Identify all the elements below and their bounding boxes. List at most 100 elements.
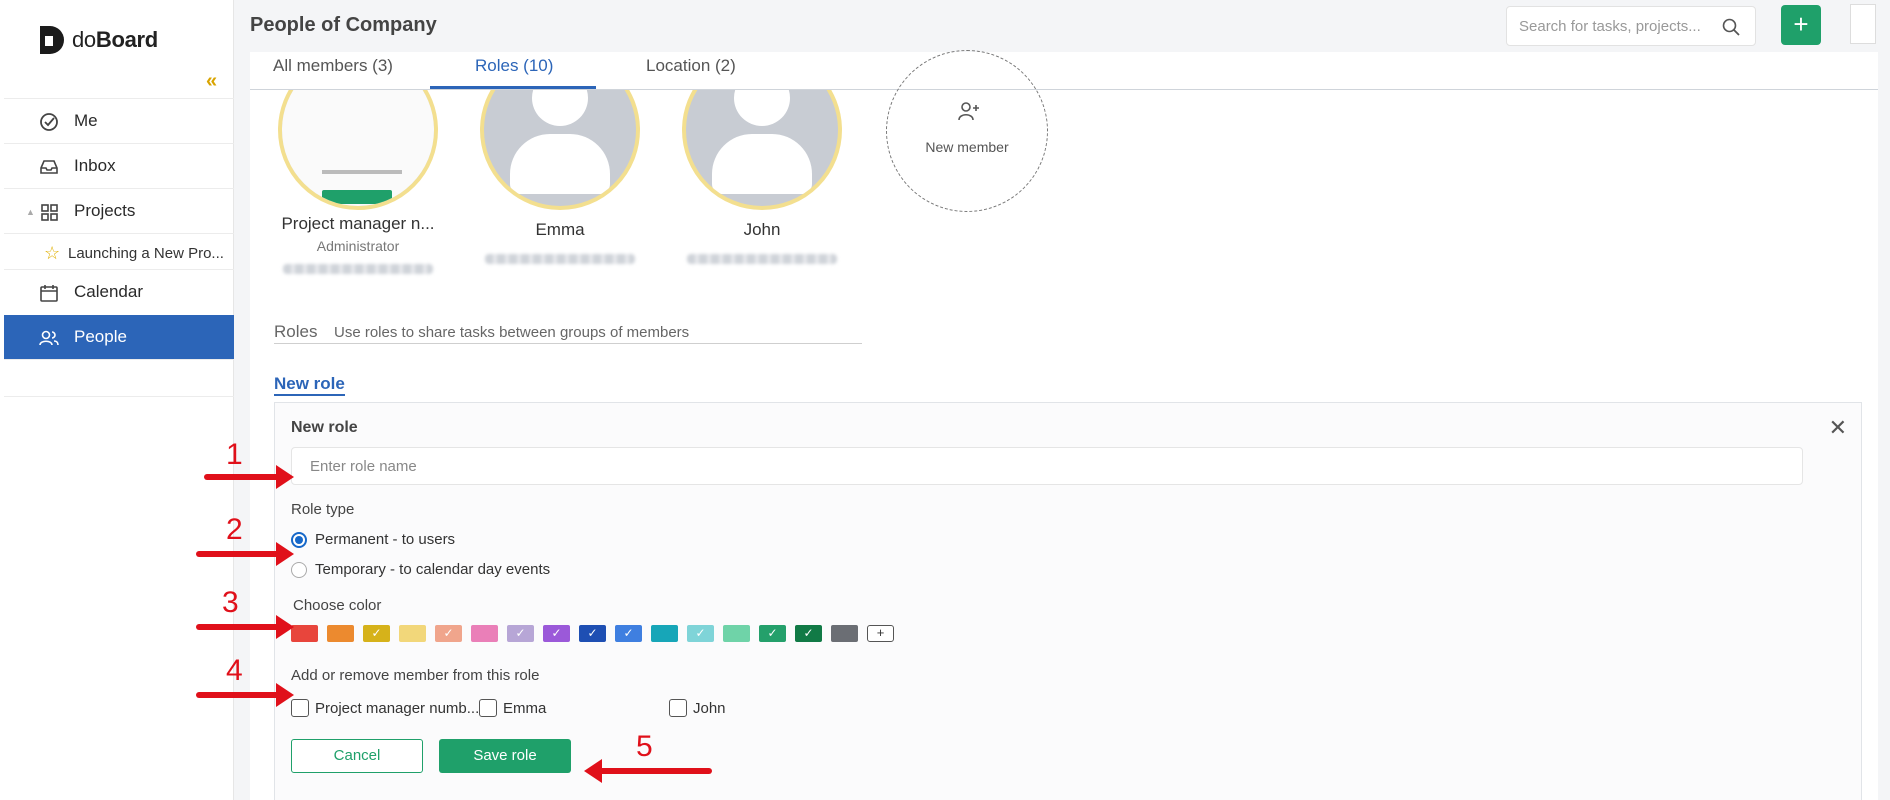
sidebar-item-projects[interactable]: ▲ Projects (4, 188, 234, 232)
radio-label: Temporary - to calendar day events (315, 561, 551, 578)
color-swatch[interactable]: ✓ (687, 625, 714, 642)
member-name: Emma (535, 220, 585, 239)
color-swatch[interactable]: ✓ (363, 625, 390, 642)
search-icon[interactable] (1721, 17, 1741, 37)
collapse-sidebar-icon[interactable]: « (206, 70, 217, 93)
new-member-label: New member (925, 139, 1009, 155)
sidebar-item-label: Calendar (74, 281, 143, 301)
members-label: Add or remove member from this role (291, 667, 540, 684)
search-placeholder: Search for tasks, projects... (1519, 17, 1701, 35)
sidebar-item-label: Me (74, 110, 98, 130)
tab-location[interactable]: Location (2) (646, 56, 736, 76)
color-swatch[interactable]: ✓ (579, 625, 606, 642)
color-swatch[interactable]: ✓ (795, 625, 822, 642)
checkbox-label: John (693, 699, 726, 717)
checkbox-label: Project manager numb... (315, 699, 480, 717)
annotation-number: 1 (226, 438, 243, 471)
logo-text-bold: Board (95, 27, 158, 52)
add-color-button[interactable]: + (867, 625, 894, 642)
annotation-number: 2 (226, 513, 243, 546)
sidebar-item-inbox[interactable]: Inbox (4, 143, 234, 187)
color-swatch[interactable] (831, 625, 858, 642)
tab-roles[interactable]: Roles (10) (475, 56, 553, 76)
member-option-john[interactable]: John (669, 699, 726, 717)
member-card[interactable]: Emma (480, 90, 640, 264)
doboard-logo-icon (40, 26, 64, 54)
checkbox[interactable] (479, 699, 497, 717)
annotation-arrow (196, 615, 294, 639)
sidebar-item-people[interactable]: People (4, 315, 234, 359)
member-option-project-manager[interactable]: Project manager numb... (291, 699, 479, 717)
roles-description: Use roles to share tasks between groups … (334, 324, 690, 341)
new-role-link[interactable]: New role (274, 374, 345, 396)
sidebar-divider (4, 359, 234, 397)
blurred-email (687, 254, 837, 264)
annotation-number: 5 (636, 730, 653, 763)
annotation-arrow (584, 759, 712, 783)
member-card[interactable]: John (682, 90, 842, 264)
new-role-panel: New role ✕ Role type Permanent - to user… (274, 402, 1862, 800)
sidebar-item-label: Launching a New Pro... (68, 245, 224, 262)
page-title: People of Company (250, 14, 437, 36)
inbox-icon (40, 160, 58, 174)
sidebar: doBoard « Me Inbox ▲ Projects ☆ Launchin… (0, 0, 234, 800)
color-swatch[interactable] (327, 625, 354, 642)
cancel-button[interactable]: Cancel (291, 739, 423, 773)
color-swatch[interactable] (651, 625, 678, 642)
member-role: Administrator (316, 238, 400, 254)
people-icon (39, 330, 59, 346)
avatar (682, 90, 842, 210)
member-option-emma[interactable]: Emma (479, 699, 546, 717)
color-swatch[interactable]: ✓ (759, 625, 786, 642)
new-member-button[interactable]: New member (886, 50, 1048, 212)
window-corner-control[interactable] (1850, 4, 1876, 44)
main-content: Project manager n... Administrator Emma … (250, 50, 1878, 800)
color-swatch[interactable]: ✓ (435, 625, 462, 642)
annotation-arrow (196, 683, 294, 707)
roles-title: Roles (274, 322, 318, 341)
sidebar-item-label: People (74, 327, 127, 346)
role-type-label: Role type (291, 501, 355, 518)
sidebar-item-label: Inbox (74, 155, 116, 175)
check-circle-icon (40, 113, 58, 131)
close-icon[interactable]: ✕ (1829, 415, 1847, 441)
save-role-button[interactable]: Save role (439, 739, 571, 773)
member-name: John (743, 220, 781, 239)
color-swatch[interactable] (291, 625, 318, 642)
search-input[interactable]: Search for tasks, projects... (1506, 6, 1756, 46)
annotation-arrow (196, 542, 294, 566)
grid-icon (41, 204, 58, 221)
sidebar-item-project-launching[interactable]: ☆ Launching a New Pro... (4, 233, 234, 273)
add-user-icon (958, 102, 979, 121)
color-swatch[interactable]: ✓ (543, 625, 570, 642)
expand-triangle-icon[interactable]: ▲ (26, 207, 35, 217)
role-type-permanent[interactable]: Permanent - to users (291, 531, 455, 548)
sidebar-item-calendar[interactable]: Calendar (4, 269, 234, 313)
star-icon: ☆ (44, 243, 61, 263)
avatar (480, 90, 640, 210)
calendar-icon (40, 285, 58, 302)
blurred-email (283, 264, 433, 274)
member-card[interactable]: Project manager n... Administrator (278, 90, 438, 274)
role-name-input[interactable] (291, 447, 1803, 485)
role-type-temporary[interactable]: Temporary - to calendar day events (291, 561, 550, 578)
roles-heading: Roles Use roles to share tasks between g… (274, 322, 862, 344)
color-swatch[interactable]: ✓ (615, 625, 642, 642)
doboard-logo[interactable]: doBoard (36, 24, 158, 56)
color-swatch[interactable] (471, 625, 498, 642)
active-tab-indicator (430, 86, 596, 89)
sidebar-item-label: Projects (74, 200, 136, 220)
avatar (278, 90, 438, 210)
member-name: Project manager n... (281, 214, 435, 233)
logo-text-light: do (72, 27, 96, 52)
add-button[interactable]: + (1781, 5, 1821, 45)
tabs-bar: All members (3) Roles (10) Location (2) (250, 52, 1878, 90)
color-swatch[interactable] (399, 625, 426, 642)
color-swatch[interactable] (723, 625, 750, 642)
sidebar-item-me[interactable]: Me (4, 98, 234, 142)
annotation-number: 3 (222, 586, 239, 619)
tab-all-members[interactable]: All members (3) (273, 56, 393, 76)
checkbox[interactable] (669, 699, 687, 717)
color-swatch[interactable]: ✓ (507, 625, 534, 642)
avatar-screenshot-image (282, 90, 434, 206)
